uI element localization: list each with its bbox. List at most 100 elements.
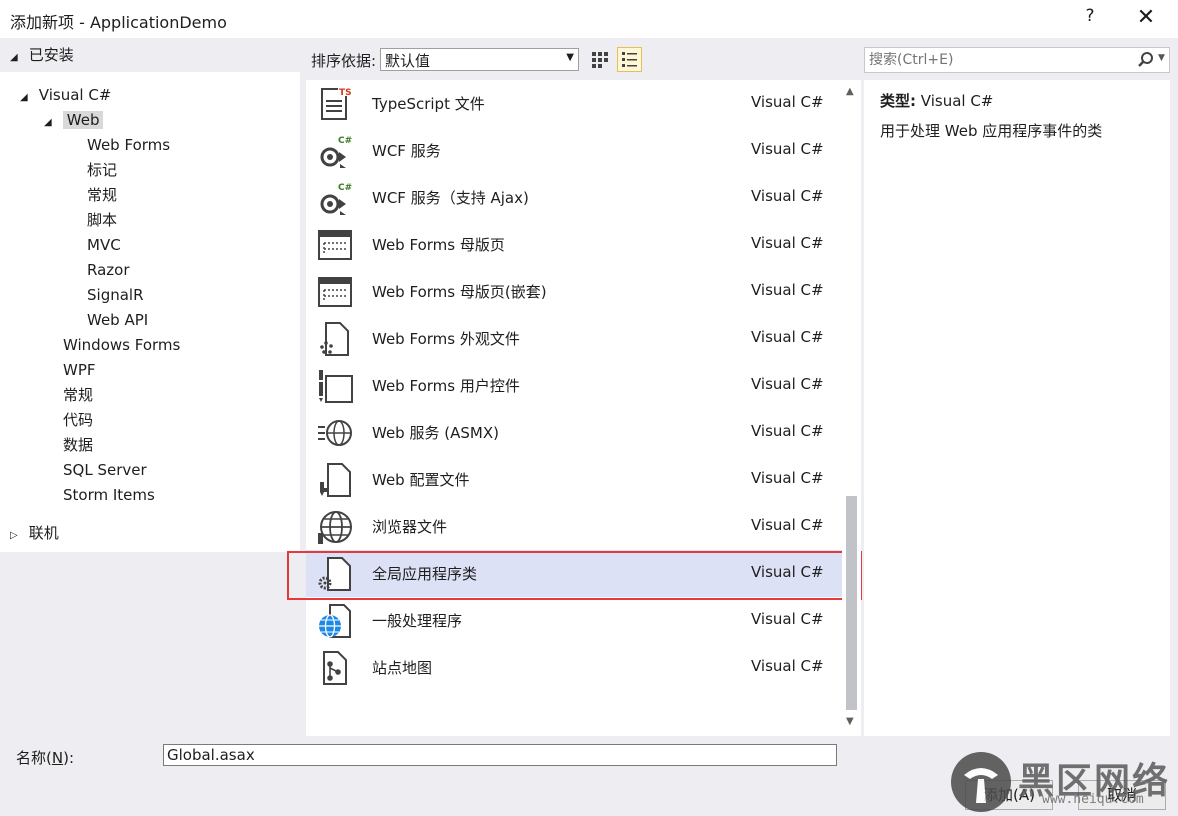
tree-item-visual-csharp[interactable]: Visual C#	[39, 86, 112, 104]
template-item-language: Visual C#	[751, 610, 824, 628]
template-item-language: Visual C#	[751, 93, 824, 111]
template-item-name: Web Forms 用户控件	[372, 377, 520, 395]
template-item-name: Web Forms 母版页(嵌套)	[372, 283, 547, 301]
grid-view-button[interactable]	[587, 47, 612, 72]
template-item-name: WCF 服务	[372, 142, 441, 160]
template-item[interactable]: Web 服务 (ASMX) Visual C#	[306, 409, 842, 456]
template-item[interactable]: Web 配置文件 Visual C#	[306, 456, 842, 503]
installed-tree: ◢ Visual C# ◢ Web Web Forms 标记 常规 脚本 MVC Razo…	[0, 72, 300, 552]
web-child-tree-item[interactable]: Web Forms	[87, 133, 170, 157]
search-options-chevron-icon[interactable]: ▼	[1158, 53, 1165, 63]
csharp-child-tree-item[interactable]: Storm Items	[63, 483, 155, 507]
csharp-child-tree-item[interactable]: 数据	[63, 433, 93, 457]
expanded-triangle-icon[interactable]: ◢	[20, 86, 34, 110]
template-item-language: Visual C#	[751, 328, 824, 346]
grid-view-icon	[592, 52, 608, 68]
tree-item-web[interactable]: Web	[62, 111, 104, 129]
detail-description: 用于处理 Web 应用程序事件的类	[880, 122, 1103, 140]
expanded-triangle-icon[interactable]: ◢	[10, 46, 24, 70]
template-item[interactable]: 浏览器文件 Visual C#	[306, 503, 842, 550]
search-input[interactable]	[869, 50, 1129, 70]
tree-item-online-row[interactable]: ▷ 联机	[10, 521, 59, 545]
expanded-triangle-icon[interactable]: ◢	[44, 111, 58, 135]
template-item[interactable]: 站点地图 Visual C#	[306, 644, 842, 691]
window-title: 添加新项 - ApplicationDemo	[10, 13, 227, 32]
highlight-box	[287, 551, 862, 600]
scroll-down-icon[interactable]: ▼	[846, 716, 854, 727]
csharp-child-tree-item[interactable]: SQL Server	[63, 458, 147, 482]
sort-select[interactable]: 默认值 ▼	[380, 48, 579, 71]
list-view-icon	[622, 52, 637, 67]
csharp-child-tree-item[interactable]: WPF	[63, 358, 96, 382]
web-child-tree-item[interactable]: SignalR	[87, 283, 144, 307]
csharp-child-tree-item[interactable]: 常规	[63, 383, 93, 407]
collapsed-triangle-icon[interactable]: ▷	[10, 524, 24, 548]
template-item-name: 站点地图	[372, 659, 433, 677]
template-item-language: Visual C#	[751, 140, 824, 158]
template-item-language: Visual C#	[751, 657, 824, 675]
template-item-language: Visual C#	[751, 516, 824, 534]
title-bar: 添加新项 - ApplicationDemo ? ✕	[0, 0, 1178, 38]
web-child-tree-item[interactable]: 脚本	[87, 208, 117, 232]
scroll-thumb[interactable]	[846, 496, 857, 710]
nested-master-page-icon	[316, 274, 354, 310]
wcf-ajax-service-icon: C#	[316, 180, 354, 216]
web-child-tree-item[interactable]: Web API	[87, 308, 148, 332]
search-box[interactable]: ▼	[864, 47, 1170, 73]
close-button[interactable]: ✕	[1134, 4, 1158, 32]
template-item[interactable]: Web Forms 母版页 Visual C#	[306, 221, 842, 268]
generic-handler-icon	[316, 603, 354, 639]
web-child-tree-item[interactable]: 常规	[87, 183, 117, 207]
template-item-name: Web 配置文件	[372, 471, 470, 489]
sort-label: 排序依据:	[311, 52, 377, 70]
tree-item-web-row[interactable]: ◢ Web	[44, 108, 104, 135]
template-item[interactable]: TS TypeScript 文件 Visual C#	[306, 80, 842, 127]
typescript-file-icon: TS	[316, 86, 354, 122]
help-button[interactable]: ?	[1080, 6, 1100, 32]
list-view-button[interactable]	[617, 47, 642, 72]
template-item[interactable]: C# WCF 服务 Visual C#	[306, 127, 842, 174]
tree-installed-header[interactable]: ◢ 已安装	[0, 38, 300, 72]
template-item-language: Visual C#	[751, 422, 824, 440]
sitemap-icon	[316, 650, 354, 686]
tree-item-online[interactable]: 联机	[29, 524, 59, 542]
template-item-language: Visual C#	[751, 469, 824, 487]
template-item[interactable]: 一般处理程序 Visual C#	[306, 597, 842, 644]
category-panel: ◢ 已安装 ◢ Visual C# ◢ Web Web Forms 标记 常规 脚本 M…	[0, 38, 300, 738]
watermark-logo-icon	[951, 752, 1011, 812]
user-control-icon	[316, 368, 354, 404]
template-item-name: TypeScript 文件	[372, 95, 485, 113]
web-child-tree-item[interactable]: MVC	[87, 233, 121, 257]
web-config-icon	[316, 462, 354, 498]
detail-type-label: 类型:	[880, 92, 916, 110]
web-service-icon	[316, 415, 354, 451]
template-item-name: 一般处理程序	[372, 612, 463, 630]
search-icon[interactable]	[1135, 49, 1157, 71]
scroll-up-icon[interactable]: ▲	[846, 86, 854, 97]
template-item[interactable]: Web Forms 外观文件 Visual C#	[306, 315, 842, 362]
csharp-child-tree-item[interactable]: 代码	[63, 408, 93, 432]
template-item-name: Web Forms 母版页	[372, 236, 505, 254]
template-item-name: Web 服务 (ASMX)	[372, 424, 499, 442]
template-list: TS TypeScript 文件 Visual C# C# WCF 服务 Visual C…	[306, 80, 842, 736]
template-item-name: WCF 服务（支持 Ajax)	[372, 189, 529, 207]
template-item[interactable]: C# WCF 服务（支持 Ajax) Visual C#	[306, 174, 842, 221]
template-item-name: 浏览器文件	[372, 518, 448, 536]
name-input[interactable]	[163, 744, 837, 766]
tree-item-visual-csharp-row[interactable]: ◢ Visual C#	[20, 83, 111, 107]
svg-text:TS: TS	[339, 88, 352, 98]
details-panel: 类型: Visual C# 用于处理 Web 应用程序事件的类	[864, 80, 1170, 736]
template-item-language: Visual C#	[751, 187, 824, 205]
web-child-tree-item[interactable]: 标记	[87, 158, 117, 182]
template-item[interactable]: Web Forms 母版页(嵌套) Visual C#	[306, 268, 842, 315]
skin-file-icon	[316, 321, 354, 357]
csharp-child-tree-item[interactable]: Windows Forms	[63, 333, 180, 357]
web-child-tree-item[interactable]: Razor	[87, 258, 130, 282]
template-item[interactable]: Web Forms 用户控件 Visual C#	[306, 362, 842, 409]
tree-item-installed[interactable]: 已安装	[29, 46, 74, 64]
svg-text:C#: C#	[338, 136, 352, 146]
svg-text:C#: C#	[338, 183, 352, 193]
list-scrollbar[interactable]: ▲ ▼	[842, 80, 861, 736]
master-page-icon	[316, 227, 354, 263]
template-item-language: Visual C#	[751, 234, 824, 252]
